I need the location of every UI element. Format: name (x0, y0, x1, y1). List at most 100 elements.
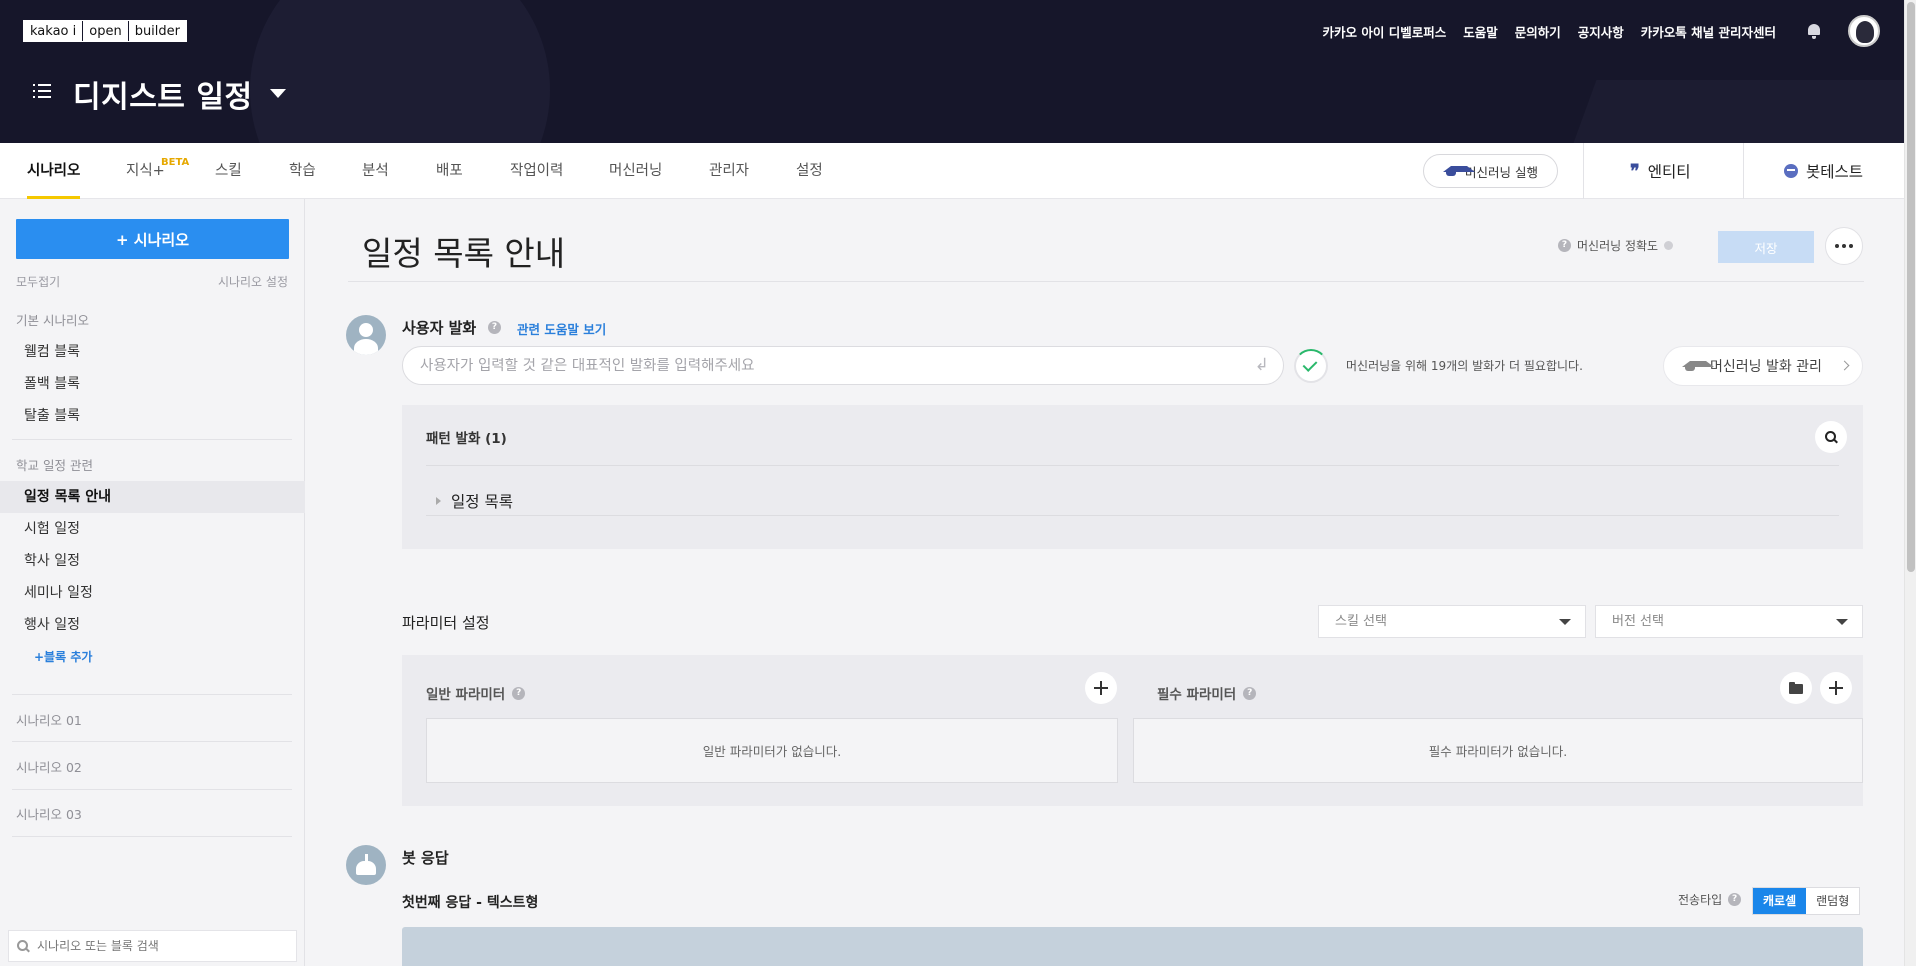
version-select-value: 버전 선택 (1612, 614, 1664, 629)
section-scenario-03[interactable]: 시나리오 03 (16, 804, 82, 823)
caret-down-icon (1836, 619, 1848, 625)
tab-admin[interactable]: 관리자 (709, 143, 749, 199)
sidebar-search[interactable] (8, 930, 297, 962)
utterance-input[interactable] (420, 357, 1220, 374)
folder-button[interactable] (1780, 672, 1812, 704)
pattern-item[interactable]: 일정 목록 (426, 490, 513, 512)
pattern-utterance-panel: 패턴 발화 (1) 일정 목록 (402, 405, 1863, 549)
required-param-label: 필수 파라미터 ? (1157, 683, 1257, 703)
save-button[interactable]: 저장 (1718, 231, 1814, 263)
link-inquiry[interactable]: 문의하기 (1515, 22, 1561, 41)
add-block-link[interactable]: +블록 추가 (34, 648, 92, 665)
link-developers[interactable]: 카카오 아이 디벨로퍼스 (1323, 22, 1447, 41)
section-school-schedule[interactable]: 학교 일정 관련 (16, 455, 93, 474)
tab-learning[interactable]: 학습 (289, 143, 316, 199)
section-scenario-02[interactable]: 시나리오 02 (16, 757, 82, 776)
carousel-option[interactable]: 캐로셀 (1753, 888, 1807, 914)
divider (426, 515, 1839, 516)
page-scrollbar[interactable] (1904, 0, 1916, 966)
ml-accuracy-label: 머신러닝 정확도 (1577, 239, 1659, 253)
bot-avatar-icon (346, 845, 386, 885)
divider (426, 465, 1839, 466)
scenario-settings-link[interactable]: 시나리오 설정 (218, 273, 288, 290)
link-notice[interactable]: 공지사항 (1578, 22, 1624, 41)
tab-knowledge[interactable]: 지식+ (126, 143, 165, 199)
project-title[interactable]: 디지스트 일정 (73, 72, 253, 116)
section-scenario-01[interactable]: 시나리오 01 (16, 710, 82, 729)
ml-accuracy[interactable]: ? 머신러닝 정확도 (1558, 237, 1674, 254)
header-decoration (250, 0, 550, 143)
tab-scenario[interactable]: 시나리오 (27, 143, 81, 199)
divider (12, 836, 292, 837)
tab-settings[interactable]: 설정 (796, 143, 823, 199)
bot-response-label: 봇 응답 (402, 849, 449, 867)
help-icon[interactable]: ? (1728, 893, 1742, 906)
check-progress-icon (1294, 349, 1328, 383)
block-academic-schedule[interactable]: 학사 일정 (0, 545, 305, 577)
param-settings-label: 파라미터 설정 (402, 614, 490, 632)
tab-history[interactable]: 작업이력 (510, 143, 563, 199)
add-general-param-button[interactable] (1085, 672, 1117, 704)
header-decoration (1523, 80, 1904, 143)
version-select[interactable]: 버전 선택 (1595, 605, 1863, 638)
help-icon[interactable]: ? (512, 686, 526, 700)
entity-button[interactable]: ❞ 엔티티 (1630, 143, 1690, 199)
block-schedule-list[interactable]: 일정 목록 안내 (0, 481, 305, 513)
ml-run-label: 머신러닝 실행 (1465, 164, 1538, 180)
ml-run-button[interactable]: 머신러닝 실행 (1423, 154, 1558, 188)
help-link[interactable]: 관련 도움말 보기 (517, 319, 606, 338)
utterance-field[interactable]: ↲ (402, 346, 1284, 385)
sidebar-search-input[interactable] (37, 939, 277, 953)
block-fallback[interactable]: 폴백 블록 (0, 368, 305, 400)
pattern-search-button[interactable] (1815, 421, 1847, 453)
general-param-empty: 일반 파라미터가 없습니다. (426, 718, 1118, 783)
skill-select-value: 스킬 선택 (1335, 614, 1387, 629)
ml-utterance-manage-button[interactable]: 머신러닝 발화 관리 (1663, 346, 1863, 386)
user-avatar[interactable] (1848, 15, 1880, 47)
enter-icon[interactable]: ↲ (1255, 355, 1269, 375)
link-help[interactable]: 도움말 (1463, 22, 1498, 41)
pattern-item-text: 일정 목록 (451, 493, 513, 511)
graduation-cap-icon (1443, 166, 1475, 176)
block-event-schedule[interactable]: 행사 일정 (0, 609, 305, 641)
bot-test-button[interactable]: 봇테스트 (1784, 143, 1863, 199)
collapse-all-link[interactable]: 모두접기 (16, 273, 60, 290)
bell-icon[interactable] (1806, 23, 1822, 39)
block-seminar-schedule[interactable]: 세미나 일정 (0, 577, 305, 609)
scrollbar-thumb[interactable] (1907, 2, 1915, 572)
response-card[interactable] (402, 927, 1863, 966)
list-menu-icon[interactable] (33, 84, 51, 98)
parameter-panel: 일반 파라미터 ? 필수 파라미터 ? 일반 파라미터가 없습니다. 필수 파라… (402, 655, 1863, 806)
link-channel-admin[interactable]: 카카오톡 채널 관리자센터 (1641, 22, 1776, 41)
divider (348, 281, 1864, 282)
help-icon[interactable]: ? (1558, 239, 1571, 252)
pattern-title: 패턴 발화 (1) (426, 431, 507, 447)
send-type-label: 전송타입 (1678, 893, 1723, 907)
divider (12, 439, 292, 440)
tab-skill[interactable]: 스킬 (215, 143, 242, 199)
help-icon[interactable]: ? (488, 321, 501, 334)
graduation-cap-icon (1682, 361, 1714, 371)
quote-icon: ❞ (1630, 160, 1640, 182)
logo-part: builder (134, 24, 180, 39)
block-exam-schedule[interactable]: 시험 일정 (0, 513, 305, 545)
bot-test-label: 봇테스트 (1806, 163, 1864, 181)
tab-deploy[interactable]: 배포 (436, 143, 463, 199)
section-basic-scenario[interactable]: 기본 시나리오 (16, 310, 89, 329)
tab-analysis[interactable]: 분석 (362, 143, 389, 199)
block-title[interactable]: 일정 목록 안내 (362, 227, 565, 275)
add-scenario-button[interactable]: + 시나리오 (16, 219, 289, 259)
main-tab-bar (0, 143, 1904, 199)
expand-arrow-icon[interactable] (436, 497, 441, 505)
skill-select[interactable]: 스킬 선택 (1318, 605, 1586, 638)
random-option[interactable]: 랜덤형 (1806, 888, 1859, 914)
logo-part: kakao i (24, 21, 84, 41)
kakao-open-builder-logo[interactable]: kakao i open builder (23, 20, 187, 42)
caret-down-icon[interactable] (270, 89, 286, 98)
add-required-param-button[interactable] (1820, 672, 1852, 704)
block-exit[interactable]: 탈출 블록 (0, 400, 305, 432)
more-options-button[interactable] (1825, 227, 1863, 265)
help-icon[interactable]: ? (1243, 686, 1257, 700)
block-welcome[interactable]: 웰컴 블록 (0, 336, 305, 368)
tab-machine-learning[interactable]: 머신러닝 (609, 143, 662, 199)
